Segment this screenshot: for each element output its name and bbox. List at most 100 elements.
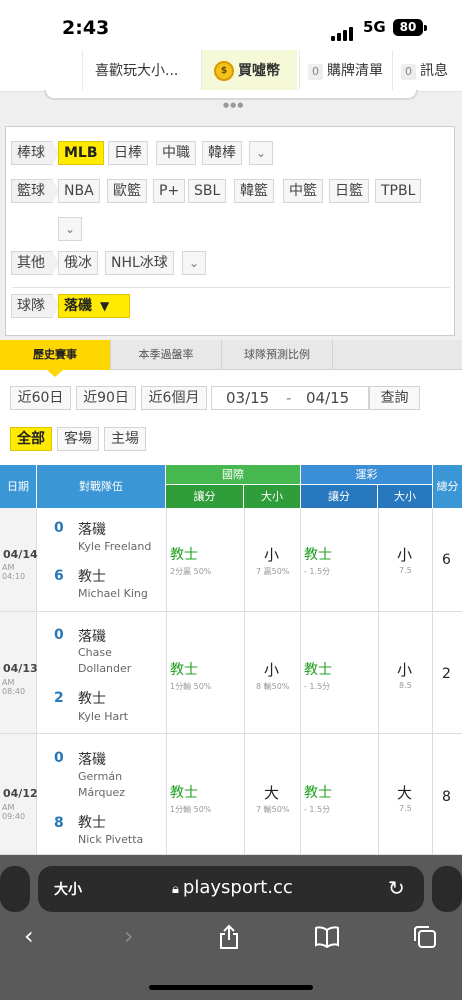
lot-spread-pick: 教士 bbox=[304, 547, 332, 563]
reload-icon[interactable]: ↻ bbox=[388, 876, 405, 900]
chip-p-plus[interactable]: P+ bbox=[153, 179, 186, 203]
tab-history[interactable]: 歷史賽事 bbox=[0, 340, 111, 377]
header-matchup: 對戰隊伍 bbox=[37, 465, 166, 508]
date-start[interactable]: 03/15 bbox=[226, 387, 269, 409]
divider bbox=[378, 734, 379, 854]
forward-icon[interactable]: › bbox=[124, 922, 134, 950]
divider bbox=[300, 508, 301, 611]
chip-mlb[interactable]: MLB bbox=[58, 141, 104, 165]
intl-ou-result: 8 輸50% bbox=[256, 682, 290, 691]
chip-cpbl[interactable]: 中職 bbox=[156, 141, 196, 165]
date-range-field[interactable]: 03/15 - 04/15 bbox=[211, 386, 369, 410]
home-team: 教士 bbox=[78, 569, 106, 585]
clock: 2:43 bbox=[62, 17, 110, 39]
filter-panel: 棒球 MLB 日棒 中職 韓棒 ⌄ 籃球 NBA 歐籃 P+ SBL 韓籃 中籃… bbox=[5, 126, 455, 336]
table-row[interactable]: 04/14 AM 04:10 0 落磯 Kyle Freeland 6 教士 M… bbox=[0, 508, 462, 612]
intl-ou-pick: 小 bbox=[264, 661, 280, 679]
lock-icon: 🔒︎ bbox=[172, 882, 179, 897]
tab-history-label: 歷史賽事 bbox=[33, 348, 77, 361]
home-score: 6 bbox=[54, 568, 64, 584]
header-lot-ou: 大小 bbox=[378, 485, 432, 508]
chevron-down-icon[interactable]: ⌄ bbox=[249, 141, 273, 165]
lot-ou-line: 7.5 bbox=[399, 566, 412, 575]
home-indicator[interactable] bbox=[149, 985, 313, 990]
chip-jp-baseball[interactable]: 日棒 bbox=[108, 141, 148, 165]
tabs-icon[interactable] bbox=[412, 925, 438, 955]
share-icon[interactable] bbox=[218, 924, 240, 956]
buy-coin-button[interactable]: $ 買噓幣 bbox=[201, 50, 297, 92]
team-label: 球隊 bbox=[11, 294, 60, 318]
header-lot-spread: 讓分 bbox=[300, 485, 378, 508]
lot-spread-pick: 教士 bbox=[304, 785, 332, 801]
battery-icon: 80 bbox=[393, 19, 423, 36]
lot-spread-pick: 教士 bbox=[304, 662, 332, 678]
intl-spread-pick: 教士 bbox=[170, 662, 198, 678]
filter-all[interactable]: 全部 bbox=[10, 427, 52, 451]
away-team: 落磯 bbox=[78, 752, 106, 768]
bookmarks-icon[interactable] bbox=[314, 926, 340, 954]
tab-bar: 歷史賽事 本季過盤率 球隊預測比例 bbox=[0, 340, 462, 377]
divider bbox=[244, 508, 245, 611]
filter-away[interactable]: 客場 bbox=[57, 427, 99, 451]
filter-home[interactable]: 主場 bbox=[104, 427, 146, 451]
prev-tab-preview[interactable] bbox=[0, 866, 30, 912]
cart-link[interactable]: 0 購牌清單 bbox=[299, 50, 391, 92]
date-end[interactable]: 04/15 bbox=[306, 387, 349, 409]
header-date: 日期 bbox=[0, 465, 37, 508]
divider bbox=[432, 508, 433, 611]
divider bbox=[300, 612, 301, 733]
address-bar[interactable]: 大小 🔒︎ playsport.cc ↻ bbox=[38, 866, 424, 912]
divider bbox=[244, 734, 245, 854]
back-icon[interactable]: ‹ bbox=[24, 922, 34, 950]
text-size-button[interactable]: 大小 bbox=[54, 879, 82, 899]
divider bbox=[12, 287, 450, 288]
chip-euro-basketball[interactable]: 歐籃 bbox=[107, 179, 147, 203]
lot-ou-pick: 大 bbox=[397, 784, 413, 802]
chip-kbo[interactable]: 韓棒 bbox=[202, 141, 242, 165]
table-header: 日期 對戰隊伍 國際 讓分 大小 運彩 讓分 大小 總分 bbox=[0, 465, 462, 508]
team-select[interactable]: 落磯 ▼ bbox=[58, 294, 130, 318]
chevron-down-icon[interactable]: ⌄ bbox=[58, 217, 82, 241]
team-select-value: 落磯 bbox=[64, 298, 92, 314]
lot-ou-line: 7.5 bbox=[399, 804, 412, 813]
basketball-label: 籃球 bbox=[11, 179, 60, 203]
chip-khl[interactable]: 俄冰 bbox=[58, 251, 98, 275]
header-intl-ou: 大小 bbox=[244, 485, 300, 508]
collapse-bar[interactable]: ●●● bbox=[0, 90, 462, 122]
chip-b-league[interactable]: 日籃 bbox=[329, 179, 369, 203]
away-score: 0 bbox=[54, 750, 64, 766]
chip-kbl[interactable]: 韓籃 bbox=[234, 179, 274, 203]
signal-icon bbox=[331, 22, 355, 41]
intl-ou-pick: 大 bbox=[264, 784, 280, 802]
other-label: 其他 bbox=[11, 251, 60, 275]
range-90-days[interactable]: 近90日 bbox=[76, 386, 136, 410]
url-text[interactable]: 🔒︎ playsport.cc bbox=[172, 877, 293, 898]
lot-ou-pick: 小 bbox=[397, 661, 413, 679]
tab-pointer bbox=[47, 370, 63, 377]
table-row[interactable]: 04/13 AM 08:40 0 落磯 Chase Dollander 2 教士… bbox=[0, 612, 462, 734]
chip-tpbl[interactable]: TPBL bbox=[375, 179, 422, 203]
date-cell: 04/13 AM 08:40 bbox=[0, 612, 38, 733]
table-row[interactable]: 04/12 AM 09:40 0 落磯 Germán Márquez 8 教士 … bbox=[0, 734, 462, 855]
top-nav: 喜歡玩大小... $ 買噓幣 0 購牌清單 0 訊息 bbox=[0, 50, 462, 92]
header-lottery: 運彩 bbox=[300, 465, 432, 485]
tab-prediction[interactable]: 球隊預測比例 bbox=[222, 340, 333, 370]
lot-spread-line: - 1.5分 bbox=[304, 682, 331, 691]
range-60-days[interactable]: 近60日 bbox=[10, 386, 71, 410]
range-6-months[interactable]: 近6個月 bbox=[141, 386, 207, 410]
chevron-down-icon[interactable]: ⌄ bbox=[182, 251, 206, 275]
query-button[interactable]: 查詢 bbox=[369, 386, 420, 410]
chip-nba[interactable]: NBA bbox=[58, 179, 100, 203]
chip-nhl[interactable]: NHL冰球 bbox=[105, 251, 174, 275]
home-pitcher: Kyle Hart bbox=[78, 710, 129, 723]
divider bbox=[244, 612, 245, 733]
chip-cba[interactable]: 中籃 bbox=[283, 179, 323, 203]
next-tab-preview[interactable] bbox=[432, 866, 462, 912]
tab-season-rate[interactable]: 本季過盤率 bbox=[111, 340, 222, 370]
message-link[interactable]: 0 訊息 bbox=[392, 50, 462, 92]
lot-ou-line: 8.5 bbox=[399, 681, 412, 690]
chip-sbl[interactable]: SBL bbox=[188, 179, 227, 203]
favorite-link[interactable]: 喜歡玩大小... bbox=[82, 50, 200, 92]
divider bbox=[166, 734, 167, 854]
collapse-handle[interactable] bbox=[44, 90, 418, 100]
